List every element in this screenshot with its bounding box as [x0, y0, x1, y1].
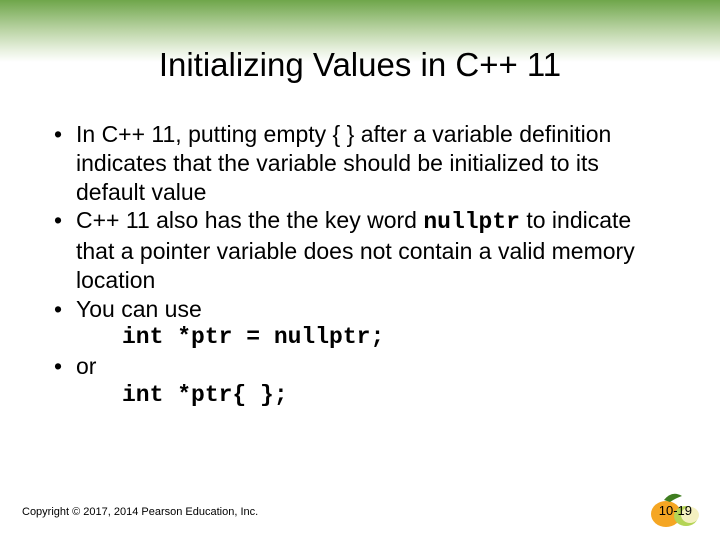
- bullet-item: • You can use: [54, 295, 670, 324]
- page-number: 10-19: [659, 503, 692, 518]
- bullet-text: You can use: [76, 295, 670, 324]
- bullet-dot-icon: •: [54, 295, 76, 324]
- slide: Initializing Values in C++ 11 • In C++ 1…: [0, 0, 720, 540]
- bullet-item: • In C++ 11, putting empty { } after a v…: [54, 120, 670, 206]
- code-line: int *ptr = nullptr;: [54, 323, 670, 352]
- bullet-dot-icon: •: [54, 120, 76, 149]
- bullet-dot-icon: •: [54, 352, 76, 381]
- bullet-text: or: [76, 352, 670, 381]
- slide-body: • In C++ 11, putting empty { } after a v…: [54, 120, 670, 410]
- text-run: C++ 11 also has the the key word: [76, 207, 423, 233]
- bullet-item: • or: [54, 352, 670, 381]
- bullet-text: C++ 11 also has the the key word nullptr…: [76, 206, 670, 294]
- inline-code: nullptr: [423, 209, 520, 235]
- slide-title: Initializing Values in C++ 11: [0, 46, 720, 84]
- bullet-text: In C++ 11, putting empty { } after a var…: [76, 120, 670, 206]
- code-line: int *ptr{ };: [54, 381, 670, 410]
- bullet-item: • C++ 11 also has the the key word nullp…: [54, 206, 670, 294]
- bullet-dot-icon: •: [54, 206, 76, 235]
- copyright-text: Copyright © 2017, 2014 Pearson Education…: [22, 506, 258, 518]
